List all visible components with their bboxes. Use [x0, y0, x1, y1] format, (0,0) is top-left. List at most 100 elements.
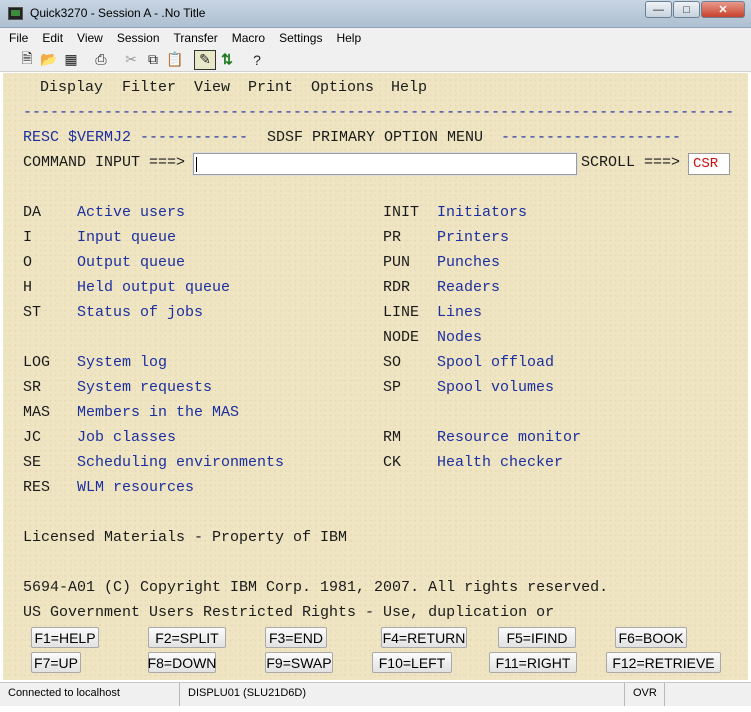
save-icon[interactable]: ▦	[60, 50, 82, 70]
close-button[interactable]: ✕	[701, 1, 745, 18]
licensed-text: Licensed Materials - Property of IBM	[23, 529, 348, 546]
option-code[interactable]: RDR	[383, 279, 410, 297]
option-code[interactable]: PUN	[383, 254, 410, 272]
scroll-input[interactable]: CSR	[688, 153, 730, 175]
option-code[interactable]: PR	[383, 229, 401, 247]
toolbar-separator	[82, 50, 90, 70]
insert-mode: OVR	[625, 683, 665, 706]
option-code[interactable]: MAS	[23, 404, 50, 422]
paste-icon[interactable]: 📋	[164, 50, 186, 70]
print-icon[interactable]: ⎙	[90, 50, 112, 70]
f7-up-button[interactable]: F7=UP	[31, 652, 81, 673]
option-desc[interactable]: WLM resources	[77, 479, 194, 497]
option-code[interactable]: SP	[383, 379, 401, 397]
header-dashes-right: --------------------	[501, 129, 682, 146]
menu-edit[interactable]: Edit	[42, 31, 63, 45]
menu-help[interactable]: Help	[336, 31, 361, 45]
option-desc[interactable]: Input queue	[77, 229, 176, 247]
option-desc[interactable]: Status of jobs	[77, 304, 203, 322]
action-options[interactable]: Options	[311, 79, 374, 97]
option-desc[interactable]: Held output queue	[77, 279, 230, 297]
option-desc[interactable]: System log	[77, 354, 167, 372]
copyright-text: 5694-A01 (C) Copyright IBM Corp. 1981, 2…	[23, 579, 609, 596]
status-bar: Connected to localhost DISPLU01 (SLU21D6…	[0, 682, 751, 706]
option-code[interactable]: CK	[383, 454, 401, 472]
option-code[interactable]: SE	[23, 454, 41, 472]
f6-book-button[interactable]: F6=BOOK	[615, 627, 687, 648]
action-filter[interactable]: Filter	[122, 79, 176, 97]
option-code[interactable]: RM	[383, 429, 401, 447]
option-desc[interactable]: Job classes	[77, 429, 176, 447]
menu-file[interactable]: File	[9, 31, 28, 45]
menu-macro[interactable]: Macro	[232, 31, 265, 45]
option-code[interactable]: O	[23, 254, 32, 272]
restricted-text: US Government Users Restricted Rights - …	[23, 604, 555, 621]
menu-view[interactable]: View	[77, 31, 103, 45]
f12-retrieve-button[interactable]: F12=RETRIEVE	[606, 652, 721, 673]
f9-swap-button[interactable]: F9=SWAP	[265, 652, 333, 673]
f8-down-button[interactable]: F8=DOWN	[148, 652, 216, 673]
f10-left-button[interactable]: F10=LEFT	[372, 652, 452, 673]
toolbar-separator	[186, 50, 194, 70]
action-display[interactable]: Display	[40, 79, 103, 97]
option-desc[interactable]: Readers	[437, 279, 500, 297]
f4-return-button[interactable]: F4=RETURN	[381, 627, 467, 648]
app-terminal-icon	[8, 7, 23, 20]
option-code[interactable]: NODE	[383, 329, 419, 347]
status-empty	[665, 683, 751, 706]
option-desc[interactable]: Active users	[77, 204, 185, 222]
option-desc[interactable]: Output queue	[77, 254, 185, 272]
option-code[interactable]: ST	[23, 304, 41, 322]
option-code[interactable]: SO	[383, 354, 401, 372]
option-desc[interactable]: System requests	[77, 379, 212, 397]
menu-session[interactable]: Session	[117, 31, 160, 45]
option-desc[interactable]: Lines	[437, 304, 482, 322]
option-code[interactable]: I	[23, 229, 32, 247]
f5-ifind-button[interactable]: F5=IFIND	[498, 627, 576, 648]
cut-icon[interactable]: ✂	[120, 50, 142, 70]
option-desc[interactable]: Health checker	[437, 454, 563, 472]
menu-settings[interactable]: Settings	[279, 31, 322, 45]
copy-icon[interactable]: ⧉	[142, 50, 164, 70]
option-code[interactable]: DA	[23, 204, 41, 222]
sysid-label: RESC $VERMJ2	[23, 129, 132, 146]
help-icon[interactable]: ?	[246, 50, 268, 70]
open-folder-icon[interactable]: 📂	[38, 50, 60, 70]
action-view[interactable]: View	[194, 79, 230, 97]
option-code[interactable]: INIT	[383, 204, 419, 222]
new-file-icon[interactable]: 🗎	[16, 50, 38, 70]
option-code[interactable]: JC	[23, 429, 41, 447]
edit-session-icon[interactable]: ✎	[194, 49, 216, 70]
option-desc[interactable]: Punches	[437, 254, 500, 272]
f2-split-button[interactable]: F2=SPLIT	[148, 627, 226, 648]
f1-help-button[interactable]: F1=HELP	[31, 627, 99, 648]
terminal-screen[interactable]: Display Filter View Print Options Help -…	[3, 73, 748, 680]
action-help[interactable]: Help	[391, 79, 427, 97]
option-desc[interactable]: Spool offload	[437, 354, 554, 372]
minimize-button[interactable]: —	[645, 1, 672, 18]
action-print[interactable]: Print	[248, 79, 293, 97]
f3-end-button[interactable]: F3=END	[265, 627, 327, 648]
option-code[interactable]: RES	[23, 479, 50, 497]
command-input[interactable]	[192, 152, 578, 176]
option-code[interactable]: LOG	[23, 354, 50, 372]
header-dashes-left: ------------	[140, 129, 249, 146]
option-desc[interactable]: Nodes	[437, 329, 482, 347]
option-code[interactable]: H	[23, 279, 32, 297]
option-desc[interactable]: Scheduling environments	[77, 454, 284, 472]
option-desc[interactable]: Printers	[437, 229, 509, 247]
option-desc[interactable]: Resource monitor	[437, 429, 581, 447]
window-controls: — □ ✕	[645, 1, 745, 18]
menu-transfer[interactable]: Transfer	[174, 31, 218, 45]
title-bar: Quick3270 - Session A - .No Title — □ ✕	[0, 0, 751, 28]
menu-bar: File Edit View Session Transfer Macro Se…	[0, 28, 751, 48]
window-title: Quick3270 - Session A - .No Title	[30, 6, 206, 20]
option-code[interactable]: SR	[23, 379, 41, 397]
option-code[interactable]: LINE	[383, 304, 419, 322]
option-desc[interactable]: Initiators	[437, 204, 527, 222]
transfer-icon[interactable]: ⇅	[216, 50, 238, 70]
maximize-button[interactable]: □	[673, 1, 700, 18]
option-desc[interactable]: Members in the MAS	[77, 404, 239, 422]
f11-right-button[interactable]: F11=RIGHT	[489, 652, 577, 673]
option-desc[interactable]: Spool volumes	[437, 379, 554, 397]
